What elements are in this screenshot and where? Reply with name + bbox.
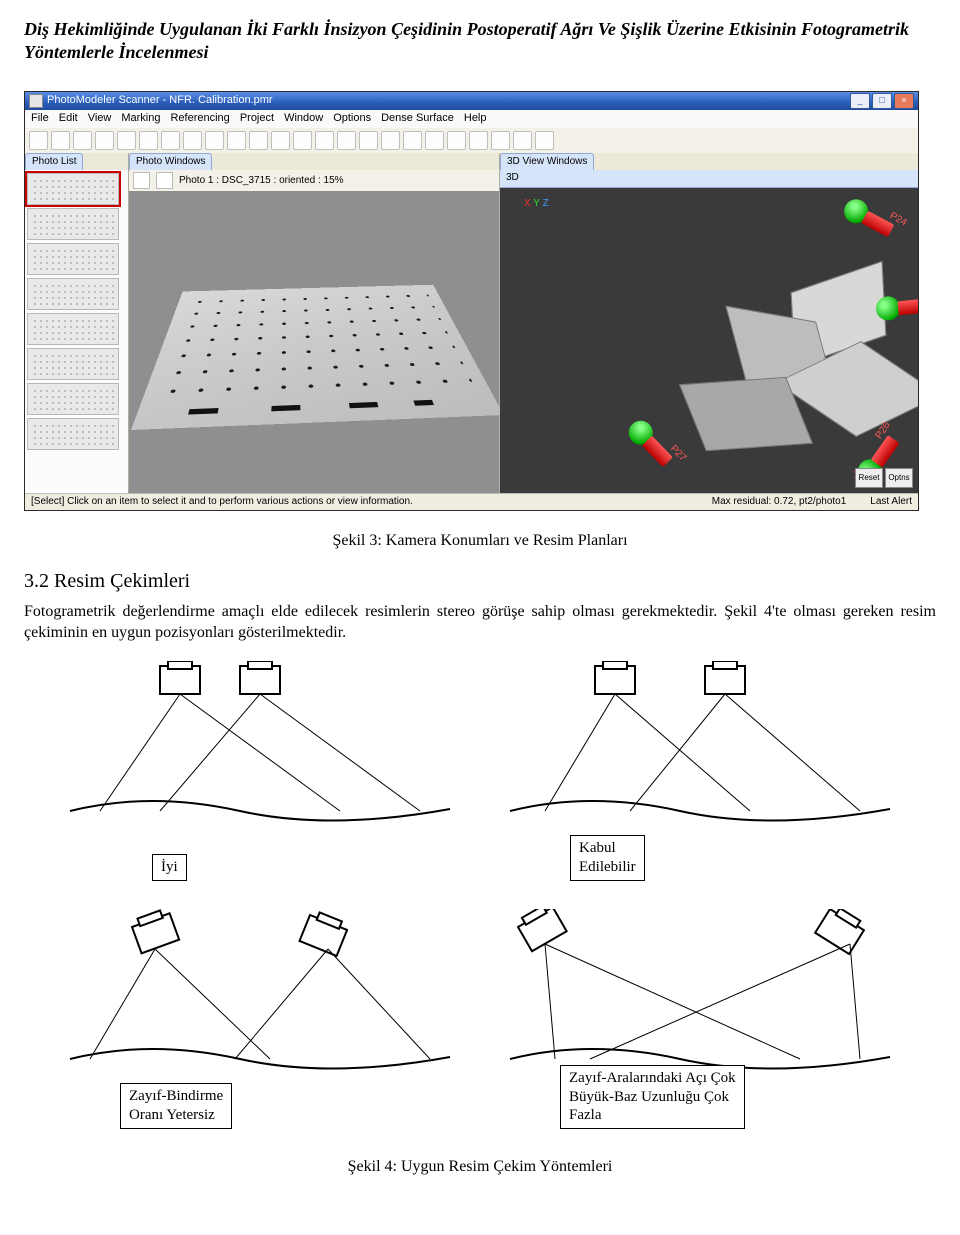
maximize-button[interactable]: □	[872, 93, 892, 109]
tool-button[interactable]	[271, 131, 290, 150]
tool-button[interactable]	[139, 131, 158, 150]
tool-button[interactable]	[425, 131, 444, 150]
tool-button[interactable]	[491, 131, 510, 150]
menu-window[interactable]: Window	[284, 112, 323, 126]
photo-thumbnail[interactable]: 4	[27, 278, 119, 310]
minimize-button[interactable]: _	[850, 93, 870, 109]
menu-bar: File Edit View Marking Referencing Proje…	[25, 110, 918, 128]
menu-marking[interactable]: Marking	[121, 112, 160, 126]
figure4-diagrams: İyi Kabul Edilebilir	[34, 661, 927, 1129]
tool-button[interactable]	[205, 131, 224, 150]
tool-button[interactable]	[535, 131, 554, 150]
tool-button[interactable]	[51, 131, 70, 150]
page-header-title: Diş Hekimliğinde Uygulanan İki Farklı İn…	[24, 18, 936, 63]
app-window: PhotoModeler Scanner - NFR. Calibration.…	[24, 91, 919, 511]
tool-button[interactable]	[29, 131, 48, 150]
menu-edit[interactable]: Edit	[59, 112, 78, 126]
titlebar: PhotoModeler Scanner - NFR. Calibration.…	[25, 92, 918, 110]
tool-button[interactable]	[337, 131, 356, 150]
tool-button[interactable]	[95, 131, 114, 150]
menu-project[interactable]: Project	[240, 112, 274, 126]
diagram-weak-overlap	[60, 909, 460, 1099]
tool-button[interactable]	[403, 131, 422, 150]
photo-view-toolbar: Photo 1 : DSC_3715 : oriented : 15%	[129, 170, 499, 191]
diagram-acceptable	[500, 661, 900, 851]
tab-photo-list[interactable]: Photo List	[25, 153, 83, 171]
tool-button[interactable]	[381, 131, 400, 150]
status-alert-text: Last Alert	[870, 496, 912, 509]
photo-thumbnail[interactable]: 6	[27, 348, 119, 380]
photo-thumbnail[interactable]: 1	[27, 173, 119, 205]
tab-photo-windows[interactable]: Photo Windows	[129, 153, 212, 171]
tool-button[interactable]	[249, 131, 268, 150]
menu-file[interactable]: File	[31, 112, 49, 126]
tool-button[interactable]	[161, 131, 180, 150]
menu-dense-surface[interactable]: Dense Surface	[381, 112, 454, 126]
tool-button[interactable]	[447, 131, 466, 150]
menu-referencing[interactable]: Referencing	[170, 112, 229, 126]
tab-3d-view[interactable]: 3D View Windows	[500, 153, 594, 171]
close-button[interactable]: ×	[894, 93, 914, 109]
photo-thumbnail[interactable]: 5	[27, 313, 119, 345]
photo-thumbnail[interactable]: 8	[27, 418, 119, 450]
section-heading: 3.2 Resim Çekimleri	[24, 569, 936, 594]
tool-button[interactable]	[73, 131, 92, 150]
status-bar: [Select] Click on an item to select it a…	[25, 493, 918, 511]
label-acceptable: Kabul Edilebilir	[570, 835, 645, 881]
camera-label: P27	[667, 443, 688, 464]
tool-button[interactable]	[293, 131, 312, 150]
camera-icon: P27	[636, 430, 675, 470]
tool-button[interactable]	[359, 131, 378, 150]
axis-indicator: X Y Z	[524, 198, 549, 211]
calibration-grid-image	[131, 285, 504, 430]
menu-help[interactable]: Help	[464, 112, 487, 126]
tool-button[interactable]	[117, 131, 136, 150]
reset-button[interactable]: Reset	[855, 468, 883, 488]
figure3-caption: Şekil 3: Kamera Konumları ve Resim Planl…	[24, 531, 936, 551]
menu-view[interactable]: View	[88, 112, 112, 126]
status-hint-text: [Select] Click on an item to select it a…	[31, 496, 688, 509]
3d-viewport[interactable]: X Y Z P24 P25 P26 P27 X Y Z Reset	[500, 188, 918, 493]
diagram-good	[60, 661, 460, 851]
body-paragraph: Fotogrametrik değerlendirme amaçlı elde …	[24, 602, 936, 643]
photo-tool[interactable]	[133, 172, 150, 189]
toolbar	[25, 128, 918, 153]
app-icon	[29, 94, 43, 108]
photo-thumbnail[interactable]: 2	[27, 208, 119, 240]
photo-thumbnail[interactable]: 7	[27, 383, 119, 415]
window-title: PhotoModeler Scanner - NFR. Calibration.…	[47, 94, 850, 108]
panel-3d-label: 3D	[500, 170, 918, 188]
photo-tool[interactable]	[156, 172, 173, 189]
photo-status-text: Photo 1 : DSC_3715 : oriented : 15%	[179, 175, 344, 188]
photo-list-panel: 1 2 3 4 5 6 7 8	[25, 170, 128, 493]
label-weak-angle: Zayıf-Aralarındaki Açı Çok Büyük-Baz Uzu…	[560, 1065, 745, 1129]
tool-button[interactable]	[227, 131, 246, 150]
tool-button[interactable]	[183, 131, 202, 150]
label-good: İyi	[152, 854, 187, 881]
tool-button[interactable]	[315, 131, 334, 150]
status-residual-text: Max residual: 0.72, pt2/photo1	[712, 496, 847, 509]
menu-options[interactable]: Options	[333, 112, 371, 126]
camera-icon: P25	[889, 298, 918, 316]
options-button[interactable]: Optns	[885, 468, 913, 488]
photo-viewport[interactable]	[129, 191, 499, 493]
label-weak-overlap: Zayıf-Bindirme Oranı Yetersiz	[120, 1083, 232, 1129]
camera-icon: P24	[854, 207, 898, 239]
figure4-caption: Şekil 4: Uygun Resim Çekim Yöntemleri	[24, 1157, 936, 1177]
photo-thumbnail[interactable]: 3	[27, 243, 119, 275]
tool-button[interactable]	[513, 131, 532, 150]
tool-button[interactable]	[469, 131, 488, 150]
